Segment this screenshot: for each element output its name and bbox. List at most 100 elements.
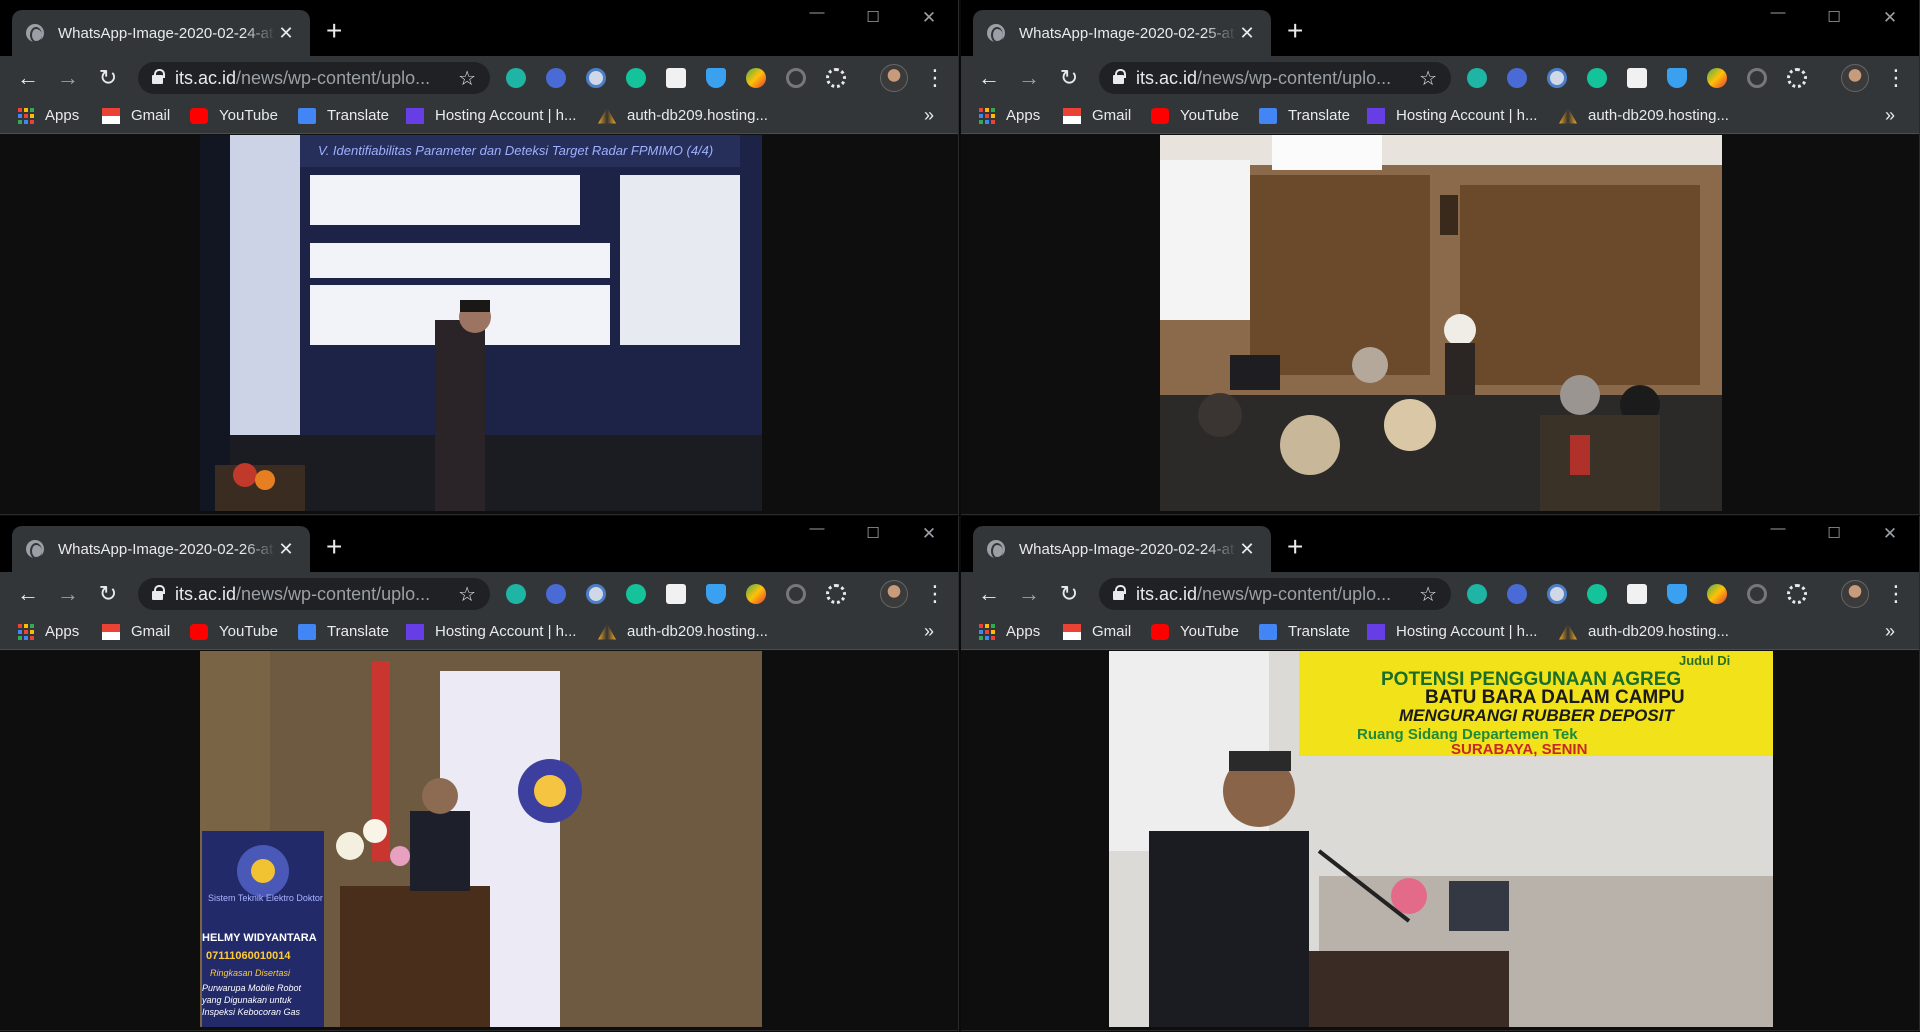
bookmark-apps[interactable]: Apps: [18, 107, 79, 124]
new-tab-button[interactable]: +: [326, 532, 342, 562]
grammarly-icon[interactable]: [626, 584, 646, 604]
bookmark-auth-db[interactable]: auth-db209.hosting...: [598, 107, 768, 124]
grammarly-icon[interactable]: [626, 68, 646, 88]
active-tab[interactable]: WhatsApp-Image-2020-02-26-at ✕: [12, 526, 310, 572]
address-bar[interactable]: its.ac.id/news/wp-content/uplo... ☆: [138, 62, 490, 94]
extension-o-icon[interactable]: [586, 68, 606, 88]
bookmark-hosting-account[interactable]: Hosting Account | h...: [1367, 107, 1537, 124]
bookmark-auth-db[interactable]: auth-db209.hosting...: [1559, 107, 1729, 124]
active-tab[interactable]: WhatsApp-Image-2020-02-24-at ✕: [12, 10, 310, 56]
bookmark-star-icon[interactable]: ☆: [1419, 66, 1437, 91]
minimize-button[interactable]: —: [1767, 520, 1789, 537]
avatar[interactable]: [1841, 580, 1869, 608]
extension-loop-icon[interactable]: [786, 584, 806, 604]
extension-loop-icon[interactable]: [1747, 584, 1767, 604]
bookmark-youtube[interactable]: YouTube: [1151, 623, 1239, 640]
maximize-button[interactable]: ☐: [862, 524, 884, 542]
bookmark-auth-db[interactable]: auth-db209.hosting...: [598, 623, 768, 640]
extension-gem-icon[interactable]: [1667, 68, 1687, 88]
extension-color-icon[interactable]: [746, 68, 766, 88]
close-icon[interactable]: ✕: [276, 23, 296, 44]
active-tab[interactable]: WhatsApp-Image-2020-02-25-at ✕: [973, 10, 1271, 56]
extension-o-icon[interactable]: [586, 584, 606, 604]
new-tab-button[interactable]: +: [1287, 16, 1303, 46]
bookmark-gmail[interactable]: Gmail: [102, 623, 170, 640]
bookmarks-overflow-icon[interactable]: »: [1885, 105, 1895, 126]
forward-button[interactable]: →: [1015, 580, 1043, 608]
new-tab-button[interactable]: +: [1287, 532, 1303, 562]
extension-m-icon[interactable]: [506, 584, 526, 604]
extension-loop-icon[interactable]: [1747, 68, 1767, 88]
bookmarks-overflow-icon[interactable]: »: [1885, 621, 1895, 642]
bookmarks-overflow-icon[interactable]: »: [924, 621, 934, 642]
extension-color-icon[interactable]: [746, 584, 766, 604]
lock-icon[interactable]: [152, 584, 165, 603]
address-bar[interactable]: its.ac.id/news/wp-content/uplo... ☆: [1099, 62, 1451, 94]
extension-gem-icon[interactable]: [706, 584, 726, 604]
extension-m-icon[interactable]: [1467, 68, 1487, 88]
extension-color-icon[interactable]: [1707, 584, 1727, 604]
extension-eyes-icon[interactable]: [546, 584, 566, 604]
maximize-button[interactable]: ☐: [1823, 8, 1845, 26]
back-button[interactable]: ←: [975, 580, 1003, 608]
extension-react-icon[interactable]: [1787, 584, 1807, 604]
bookmark-star-icon[interactable]: ☆: [458, 66, 476, 91]
bookmark-youtube[interactable]: YouTube: [190, 107, 278, 124]
address-bar[interactable]: its.ac.id/news/wp-content/uplo... ☆: [1099, 578, 1451, 610]
forward-button[interactable]: →: [54, 64, 82, 92]
reload-button[interactable]: ↻: [1055, 64, 1083, 92]
extension-eyes-icon[interactable]: [1507, 584, 1527, 604]
extension-note-icon[interactable]: [1627, 584, 1647, 604]
lock-icon[interactable]: [1113, 584, 1126, 603]
maximize-button[interactable]: ☐: [1823, 524, 1845, 542]
extension-o-icon[interactable]: [1547, 68, 1567, 88]
minimize-button[interactable]: —: [806, 4, 828, 21]
forward-button[interactable]: →: [1015, 64, 1043, 92]
back-button[interactable]: ←: [975, 64, 1003, 92]
lock-icon[interactable]: [1113, 68, 1126, 87]
close-window-button[interactable]: ✕: [918, 524, 940, 544]
close-window-button[interactable]: ✕: [918, 8, 940, 28]
reload-button[interactable]: ↻: [1055, 580, 1083, 608]
bookmark-gmail[interactable]: Gmail: [1063, 107, 1131, 124]
extension-note-icon[interactable]: [1627, 68, 1647, 88]
back-button[interactable]: ←: [14, 580, 42, 608]
back-button[interactable]: ←: [14, 64, 42, 92]
extension-eyes-icon[interactable]: [1507, 68, 1527, 88]
bookmark-youtube[interactable]: YouTube: [190, 623, 278, 640]
grammarly-icon[interactable]: [1587, 584, 1607, 604]
extension-gem-icon[interactable]: [706, 68, 726, 88]
bookmark-translate[interactable]: Translate: [298, 623, 389, 640]
extension-react-icon[interactable]: [826, 584, 846, 604]
minimize-button[interactable]: —: [1767, 4, 1789, 21]
avatar[interactable]: [1841, 64, 1869, 92]
forward-button[interactable]: →: [54, 580, 82, 608]
bookmark-translate[interactable]: Translate: [1259, 623, 1350, 640]
bookmark-gmail[interactable]: Gmail: [1063, 623, 1131, 640]
extension-m-icon[interactable]: [1467, 584, 1487, 604]
reload-button[interactable]: ↻: [94, 580, 122, 608]
kebab-menu-icon[interactable]: ⋮: [924, 580, 946, 608]
close-window-button[interactable]: ✕: [1879, 524, 1901, 544]
extension-o-icon[interactable]: [1547, 584, 1567, 604]
bookmark-auth-db[interactable]: auth-db209.hosting...: [1559, 623, 1729, 640]
lock-icon[interactable]: [152, 68, 165, 87]
close-icon[interactable]: ✕: [1237, 539, 1257, 560]
extension-eyes-icon[interactable]: [546, 68, 566, 88]
close-icon[interactable]: ✕: [276, 539, 296, 560]
minimize-button[interactable]: —: [806, 520, 828, 537]
reload-button[interactable]: ↻: [94, 64, 122, 92]
kebab-menu-icon[interactable]: ⋮: [1885, 64, 1907, 92]
bookmark-hosting-account[interactable]: Hosting Account | h...: [1367, 623, 1537, 640]
kebab-menu-icon[interactable]: ⋮: [1885, 580, 1907, 608]
close-window-button[interactable]: ✕: [1879, 8, 1901, 28]
bookmark-gmail[interactable]: Gmail: [102, 107, 170, 124]
extension-m-icon[interactable]: [506, 68, 526, 88]
bookmarks-overflow-icon[interactable]: »: [924, 105, 934, 126]
bookmark-hosting-account[interactable]: Hosting Account | h...: [406, 107, 576, 124]
address-bar[interactable]: its.ac.id/news/wp-content/uplo... ☆: [138, 578, 490, 610]
bookmark-translate[interactable]: Translate: [1259, 107, 1350, 124]
bookmark-apps[interactable]: Apps: [18, 623, 79, 640]
extension-gem-icon[interactable]: [1667, 584, 1687, 604]
new-tab-button[interactable]: +: [326, 16, 342, 46]
